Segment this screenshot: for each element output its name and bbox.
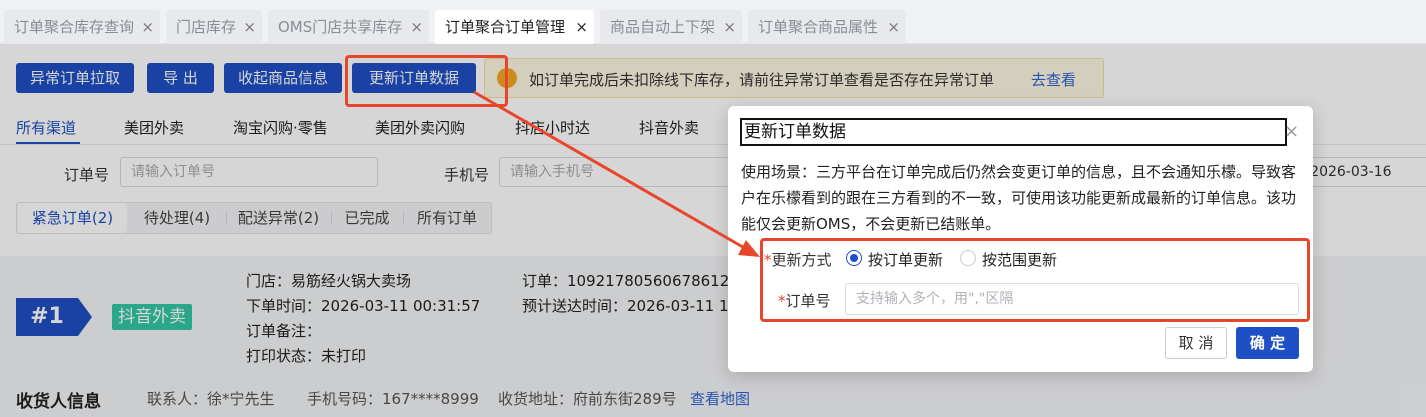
dialog-title: 更新订单数据 (740, 118, 1287, 146)
confirm-button[interactable]: 确 定 (1236, 327, 1299, 359)
close-icon[interactable]: × (723, 10, 736, 44)
close-icon[interactable]: × (887, 10, 900, 44)
close-icon[interactable]: × (1284, 121, 1299, 142)
tab-label: 订单聚合商品属性 (758, 18, 879, 36)
tab-label: 商品自动上下架 (610, 18, 716, 36)
tab-oms-shared-inventory[interactable]: OMS门店共享库存 × (268, 10, 429, 44)
tab-label: 订单聚合订单管理 (445, 18, 566, 36)
tab-label: 门店库存 (176, 18, 237, 36)
tab-label: 订单聚合库存查询 (14, 18, 135, 36)
tab-product-attributes[interactable]: 订单聚合商品属性 × (748, 10, 906, 44)
close-icon[interactable]: × (243, 10, 256, 44)
update-button-highlight (345, 55, 508, 107)
tab-inventory-query[interactable]: 订单聚合库存查询 × (4, 10, 160, 44)
tab-bar: 订单聚合库存查询 × 门店库存 × OMS门店共享库存 × 订单聚合订单管理 ×… (0, 0, 1426, 44)
cancel-button[interactable]: 取 消 (1165, 327, 1227, 359)
form-highlight (760, 238, 1310, 322)
tab-store-inventory[interactable]: 门店库存 × (166, 10, 262, 44)
tab-auto-listing[interactable]: 商品自动上下架 × (600, 10, 742, 44)
close-icon[interactable]: × (575, 10, 588, 44)
close-icon[interactable]: × (141, 10, 154, 44)
tab-order-management[interactable]: 订单聚合订单管理 × (435, 10, 594, 44)
tab-label: OMS门店共享库存 (278, 18, 403, 36)
close-icon[interactable]: × (410, 10, 423, 44)
dialog-description: 使用场景：三方平台在订单完成后仍然会变更订单的信息，且不会通知乐檬。导致客户在乐… (741, 163, 1297, 233)
